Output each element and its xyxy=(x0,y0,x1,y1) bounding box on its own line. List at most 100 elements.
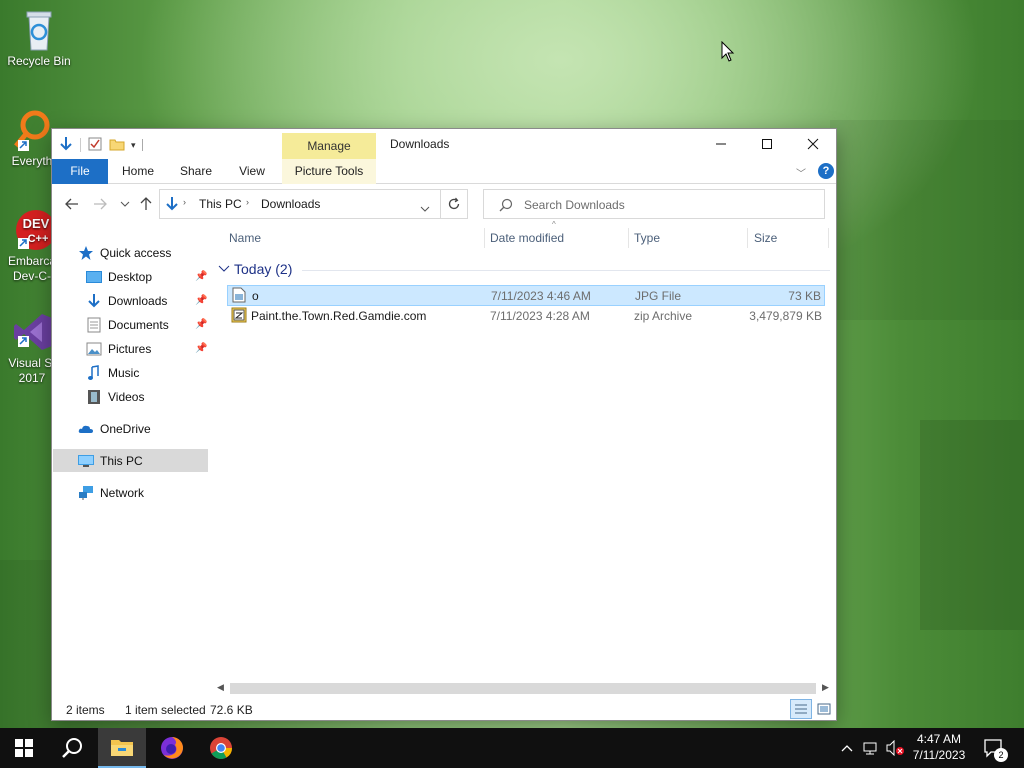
download-arrow-icon[interactable] xyxy=(58,136,74,155)
file-row[interactable]: o 7/11/2023 4:46 AM JPG File 73 KB xyxy=(227,285,825,306)
properties-icon[interactable] xyxy=(87,136,103,155)
nav-network[interactable]: Network xyxy=(78,482,144,504)
firefox-icon xyxy=(161,737,183,759)
nav-onedrive-label: OneDrive xyxy=(100,422,151,436)
jpg-file-icon xyxy=(232,287,246,306)
file-type: JPG File xyxy=(635,289,682,303)
column-header-type[interactable]: Type xyxy=(634,231,660,255)
pin-icon[interactable]: 📌 xyxy=(195,319,207,330)
breadcrumb-separator-icon: › xyxy=(183,197,186,207)
refresh-icon xyxy=(448,197,460,210)
tab-view[interactable]: View xyxy=(228,159,276,184)
chrome-icon xyxy=(210,737,232,759)
nav-onedrive[interactable]: OneDrive xyxy=(78,418,151,440)
tab-picture-tools[interactable]: Picture Tools xyxy=(282,159,376,184)
maximize-button[interactable] xyxy=(744,129,790,159)
file-size: 73 KB xyxy=(788,289,821,303)
nav-item-label: Documents xyxy=(108,318,169,332)
pin-icon[interactable]: 📌 xyxy=(195,295,207,306)
nav-item-downloads[interactable]: Downloads xyxy=(86,290,167,312)
tab-file[interactable]: File xyxy=(52,159,108,184)
action-center-button[interactable]: 2 xyxy=(982,728,1008,768)
pictures-icon xyxy=(86,341,102,357)
navigation-pane: Quick access Desktop 📌 Downloads 📌 Docum… xyxy=(52,237,212,677)
desktop-icon xyxy=(86,269,102,285)
tab-share[interactable]: Share xyxy=(170,159,222,184)
taskbar-clock[interactable]: 4:47 AM 7/11/2023 xyxy=(905,731,973,763)
desktop-icon-label: Recycle Bin xyxy=(7,54,71,68)
downloads-arrow-icon xyxy=(164,196,180,215)
nav-this-pc[interactable]: This PC xyxy=(78,450,143,472)
customize-toolbar-chevron-icon[interactable]: ▾ xyxy=(131,140,136,151)
scroll-left-arrow-icon[interactable]: ◀ xyxy=(217,682,224,693)
nav-item-label: Downloads xyxy=(108,294,168,308)
start-button[interactable] xyxy=(0,728,48,768)
nav-item-pictures[interactable]: Pictures xyxy=(86,338,151,360)
folder-icon xyxy=(111,740,133,756)
star-icon xyxy=(78,245,94,261)
clock-date: 7/11/2023 xyxy=(912,748,966,762)
context-tab-manage[interactable]: Manage xyxy=(282,133,376,160)
title-bar[interactable]: ▾ Manage Downloads xyxy=(52,129,836,160)
file-row[interactable]: Paint.the.Town.Red.Gamdie.com 7/11/2023 … xyxy=(227,306,825,327)
tab-home[interactable]: Home xyxy=(114,159,162,184)
column-header-name[interactable]: Name xyxy=(229,231,261,255)
volume-muted-icon[interactable] xyxy=(884,728,906,768)
taskbar: 4:47 AM 7/11/2023 2 xyxy=(0,728,1024,768)
address-bar[interactable]: › This PC › Downloads xyxy=(159,189,441,219)
film-icon xyxy=(86,389,102,405)
scroll-right-arrow-icon[interactable]: ▶ xyxy=(822,682,829,693)
nav-item-documents[interactable]: Documents xyxy=(86,314,169,336)
minimize-button[interactable] xyxy=(698,129,744,159)
pin-icon[interactable]: 📌 xyxy=(195,271,207,282)
network-tray-icon[interactable] xyxy=(860,728,882,768)
forward-button[interactable] xyxy=(89,194,111,214)
group-label: Today (2) xyxy=(234,261,293,277)
column-header-size[interactable]: Size xyxy=(754,231,777,255)
group-header-today[interactable]: Today (2) xyxy=(218,261,292,277)
file-explorer-window[interactable]: ▾ Manage Downloads File Home Share View … xyxy=(51,128,837,721)
toolbar-divider xyxy=(141,139,143,151)
file-type: zip Archive xyxy=(634,309,693,323)
breadcrumb-downloads[interactable]: Downloads xyxy=(261,197,320,211)
up-button[interactable] xyxy=(135,194,157,214)
search-icon xyxy=(499,198,513,215)
pin-icon[interactable]: 📌 xyxy=(195,343,207,354)
nav-item-label: Desktop xyxy=(108,270,153,284)
close-button[interactable] xyxy=(790,129,836,159)
new-folder-icon[interactable] xyxy=(109,136,125,155)
nav-quick-access[interactable]: Quick access xyxy=(78,242,171,264)
help-icon[interactable]: ? xyxy=(818,163,834,179)
nav-item-videos[interactable]: Videos xyxy=(86,386,144,408)
recent-locations-chevron-icon[interactable] xyxy=(114,194,136,214)
scrollbar-thumb[interactable] xyxy=(230,683,816,694)
column-divider[interactable] xyxy=(628,228,629,248)
large-icons-view-button[interactable] xyxy=(814,699,834,719)
search-box[interactable]: Search Downloads xyxy=(483,189,825,219)
search-taskbar-button[interactable] xyxy=(48,728,96,768)
breadcrumb-this-pc[interactable]: This PC xyxy=(199,197,242,211)
file-size: 3,479,879 KB xyxy=(749,309,822,323)
collapse-chevron-icon xyxy=(218,265,230,272)
column-divider[interactable] xyxy=(484,228,485,248)
nav-item-desktop[interactable]: Desktop xyxy=(86,266,152,288)
back-button[interactable] xyxy=(61,194,83,214)
show-hidden-icons-chevron-icon[interactable] xyxy=(838,728,856,768)
firefox-taskbar-button[interactable] xyxy=(148,728,196,768)
desktop-icon-recycle-bin[interactable]: Recycle Bin xyxy=(3,8,75,69)
column-divider[interactable] xyxy=(747,228,748,248)
column-header-date-modified[interactable]: Date modified xyxy=(490,231,564,255)
refresh-button[interactable] xyxy=(441,189,468,219)
large-icons-view-icon xyxy=(817,703,831,715)
expand-ribbon-chevron-icon[interactable]: ﹀ xyxy=(796,165,806,180)
column-divider[interactable] xyxy=(828,228,829,248)
chrome-taskbar-button[interactable] xyxy=(197,728,245,768)
file-explorer-taskbar-button[interactable] xyxy=(98,728,146,768)
document-icon xyxy=(86,317,102,333)
search-placeholder: Search Downloads xyxy=(524,198,625,212)
details-view-button[interactable] xyxy=(790,699,812,719)
nav-item-music[interactable]: Music xyxy=(86,362,139,384)
status-item-count: 2 items xyxy=(66,703,105,717)
address-dropdown-chevron-icon[interactable] xyxy=(420,201,430,215)
horizontal-scrollbar[interactable]: ◀ ▶ xyxy=(214,680,834,697)
